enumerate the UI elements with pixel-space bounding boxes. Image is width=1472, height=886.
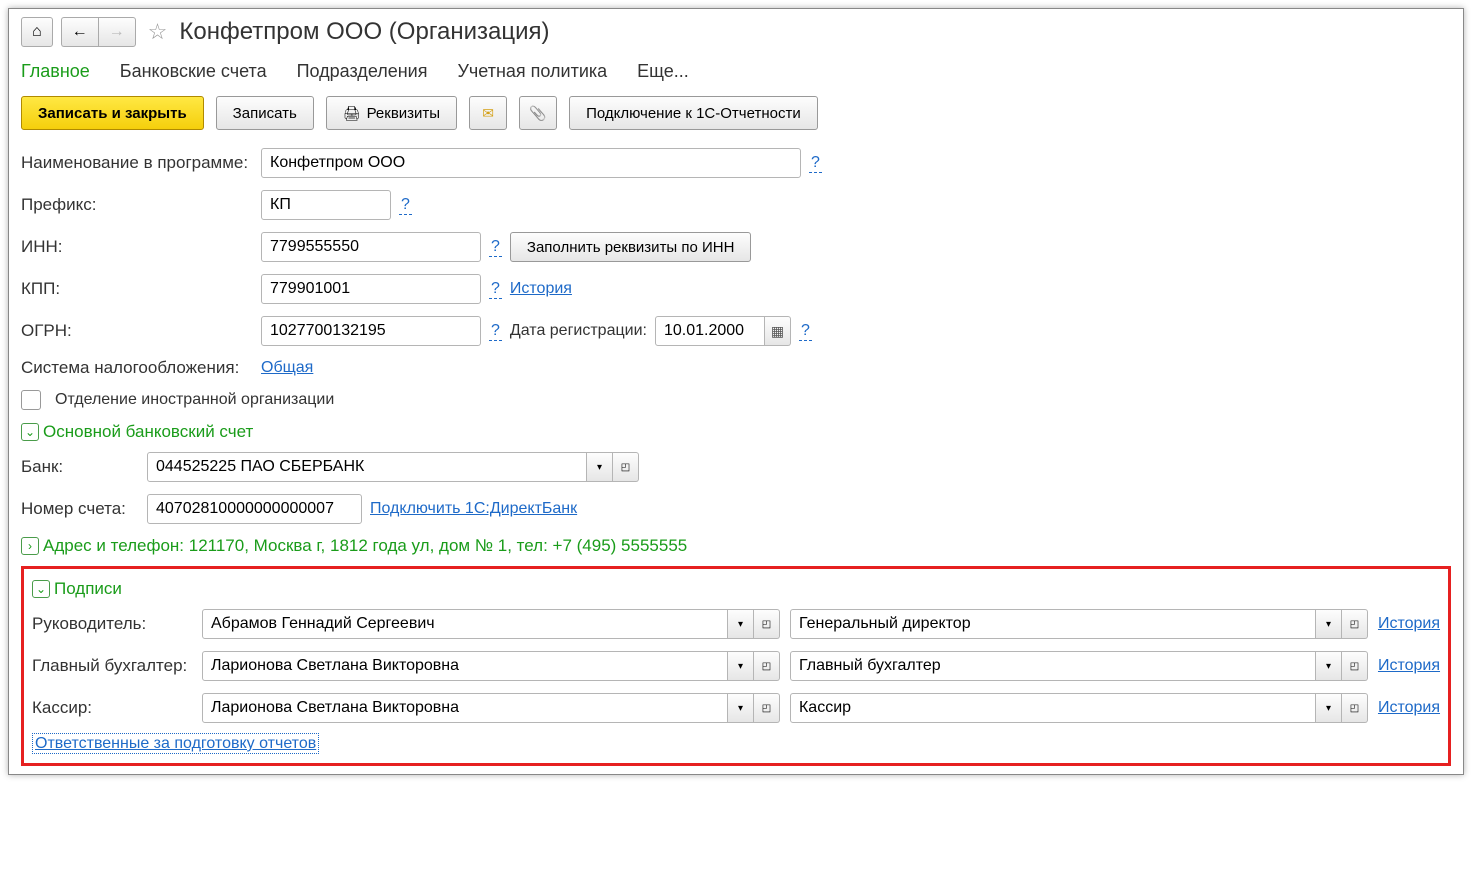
accountant-position-input[interactable]: [790, 651, 1316, 681]
inn-help-icon[interactable]: ?: [489, 238, 502, 257]
mail-icon: [482, 105, 494, 122]
favorite-star-icon[interactable]: ☆: [144, 19, 172, 45]
tab-bank-accounts[interactable]: Банковские счета: [120, 61, 267, 82]
head-label: Руководитель:: [32, 614, 192, 634]
toolbar: Записать и закрыть Записать Реквизиты По…: [21, 96, 1451, 130]
bank-combo: ▾ ◰: [147, 452, 639, 482]
bank-open-icon[interactable]: ◰: [613, 452, 639, 482]
bank-dropdown-icon[interactable]: ▾: [587, 452, 613, 482]
bank-label: Банк:: [21, 457, 139, 477]
head-person-open-icon[interactable]: ◰: [754, 609, 780, 639]
inn-input[interactable]: [261, 232, 481, 262]
home-button[interactable]: ⌂: [21, 17, 53, 47]
reg-date-field: [655, 316, 791, 346]
head-position-open-icon[interactable]: ◰: [1342, 609, 1368, 639]
accountant-label: Главный бухгалтер:: [32, 656, 192, 676]
cashier-person-open-icon[interactable]: ◰: [754, 693, 780, 723]
cashier-position-open-icon[interactable]: ◰: [1342, 693, 1368, 723]
ogrn-help-icon[interactable]: ?: [489, 322, 502, 341]
kpp-help-icon[interactable]: ?: [489, 280, 502, 299]
account-label: Номер счета:: [21, 499, 139, 519]
bank-section-header: ⌄ Основной банковский счет: [21, 422, 1451, 442]
calendar-icon[interactable]: [765, 316, 791, 346]
prefix-label: Префикс:: [21, 195, 253, 215]
reg-date-help-icon[interactable]: ?: [799, 322, 812, 341]
cashier-position-dropdown-icon[interactable]: ▾: [1316, 693, 1342, 723]
signatures-highlighted-section: ⌄ Подписи Руководитель: ▾ ◰ ▾ ◰ История …: [21, 566, 1451, 766]
mail-button[interactable]: [469, 96, 507, 130]
directbank-link[interactable]: Подключить 1С:ДиректБанк: [370, 500, 577, 518]
accountant-person-input[interactable]: [202, 651, 728, 681]
signatures-section-header: ⌄ Подписи: [32, 579, 1440, 599]
tax-system-label: Система налогообложения:: [21, 358, 253, 378]
head-history-link[interactable]: История: [1378, 615, 1440, 633]
foreign-branch-checkbox[interactable]: [21, 390, 41, 410]
reports-responsible-link[interactable]: Ответственные за подготовку отчетов: [32, 733, 319, 754]
inn-label: ИНН:: [21, 237, 253, 257]
address-phone-text: Адрес и телефон: 121170, Москва г, 1812 …: [43, 536, 687, 556]
name-label: Наименование в программе:: [21, 153, 253, 173]
prefix-help-icon[interactable]: ?: [399, 196, 412, 215]
bank-input[interactable]: [147, 452, 587, 482]
tabs: Главное Банковские счета Подразделения У…: [21, 61, 1451, 82]
fill-by-inn-button[interactable]: Заполнить реквизиты по ИНН: [510, 232, 752, 262]
accountant-position-dropdown-icon[interactable]: ▾: [1316, 651, 1342, 681]
accountant-history-link[interactable]: История: [1378, 657, 1440, 675]
kpp-history-link[interactable]: История: [510, 280, 572, 298]
tab-more[interactable]: Еще...: [637, 61, 689, 82]
header-bar: ⌂ ← → ☆ Конфетпром ООО (Организация): [21, 17, 1451, 47]
cashier-person-input[interactable]: [202, 693, 728, 723]
attachment-button[interactable]: [519, 96, 557, 130]
head-person-input[interactable]: [202, 609, 728, 639]
bank-section-title: Основной банковский счет: [43, 422, 253, 442]
nav-group: ← →: [61, 17, 136, 47]
print-details-button[interactable]: Реквизиты: [326, 96, 457, 130]
paperclip-icon: [529, 105, 546, 122]
save-and-close-button[interactable]: Записать и закрыть: [21, 96, 204, 130]
kpp-label: КПП:: [21, 279, 253, 299]
ogrn-input[interactable]: [261, 316, 481, 346]
back-button[interactable]: ←: [61, 17, 98, 47]
tab-accounting-policy[interactable]: Учетная политика: [457, 61, 607, 82]
collapse-toggle-bank[interactable]: ⌄: [21, 423, 39, 441]
signatures-title: Подписи: [54, 579, 122, 599]
collapse-toggle-signatures[interactable]: ⌄: [32, 580, 50, 598]
head-position-dropdown-icon[interactable]: ▾: [1316, 609, 1342, 639]
reg-date-input[interactable]: [655, 316, 765, 346]
cashier-label: Кассир:: [32, 698, 192, 718]
head-person-dropdown-icon[interactable]: ▾: [728, 609, 754, 639]
collapse-toggle-address[interactable]: ›: [21, 537, 39, 555]
page-title: Конфетпром ООО (Организация): [179, 18, 549, 46]
kpp-input[interactable]: [261, 274, 481, 304]
name-input[interactable]: [261, 148, 801, 178]
printer-icon: [343, 105, 361, 122]
accountant-position-open-icon[interactable]: ◰: [1342, 651, 1368, 681]
arrow-left-icon: ←: [72, 23, 88, 41]
details-label: Реквизиты: [367, 105, 441, 122]
account-input[interactable]: [147, 494, 362, 524]
accountant-person-open-icon[interactable]: ◰: [754, 651, 780, 681]
prefix-input[interactable]: [261, 190, 391, 220]
reg-date-label: Дата регистрации:: [510, 322, 647, 340]
name-help-icon[interactable]: ?: [809, 154, 822, 173]
cashier-history-link[interactable]: История: [1378, 699, 1440, 717]
cashier-position-input[interactable]: [790, 693, 1316, 723]
ogrn-label: ОГРН:: [21, 321, 253, 341]
home-icon: ⌂: [32, 23, 42, 41]
arrow-right-icon: →: [109, 23, 125, 41]
tab-main[interactable]: Главное: [21, 61, 90, 82]
accountant-person-dropdown-icon[interactable]: ▾: [728, 651, 754, 681]
head-position-input[interactable]: [790, 609, 1316, 639]
forward-button[interactable]: →: [98, 17, 136, 47]
tax-system-link[interactable]: Общая: [261, 359, 313, 377]
save-button[interactable]: Записать: [216, 96, 314, 130]
foreign-branch-label: Отделение иностранной организации: [55, 391, 334, 409]
cashier-person-dropdown-icon[interactable]: ▾: [728, 693, 754, 723]
address-section-header: › Адрес и телефон: 121170, Москва г, 181…: [21, 536, 1451, 556]
connect-1c-reporting-button[interactable]: Подключение к 1С-Отчетности: [569, 96, 818, 130]
tab-divisions[interactable]: Подразделения: [297, 61, 428, 82]
